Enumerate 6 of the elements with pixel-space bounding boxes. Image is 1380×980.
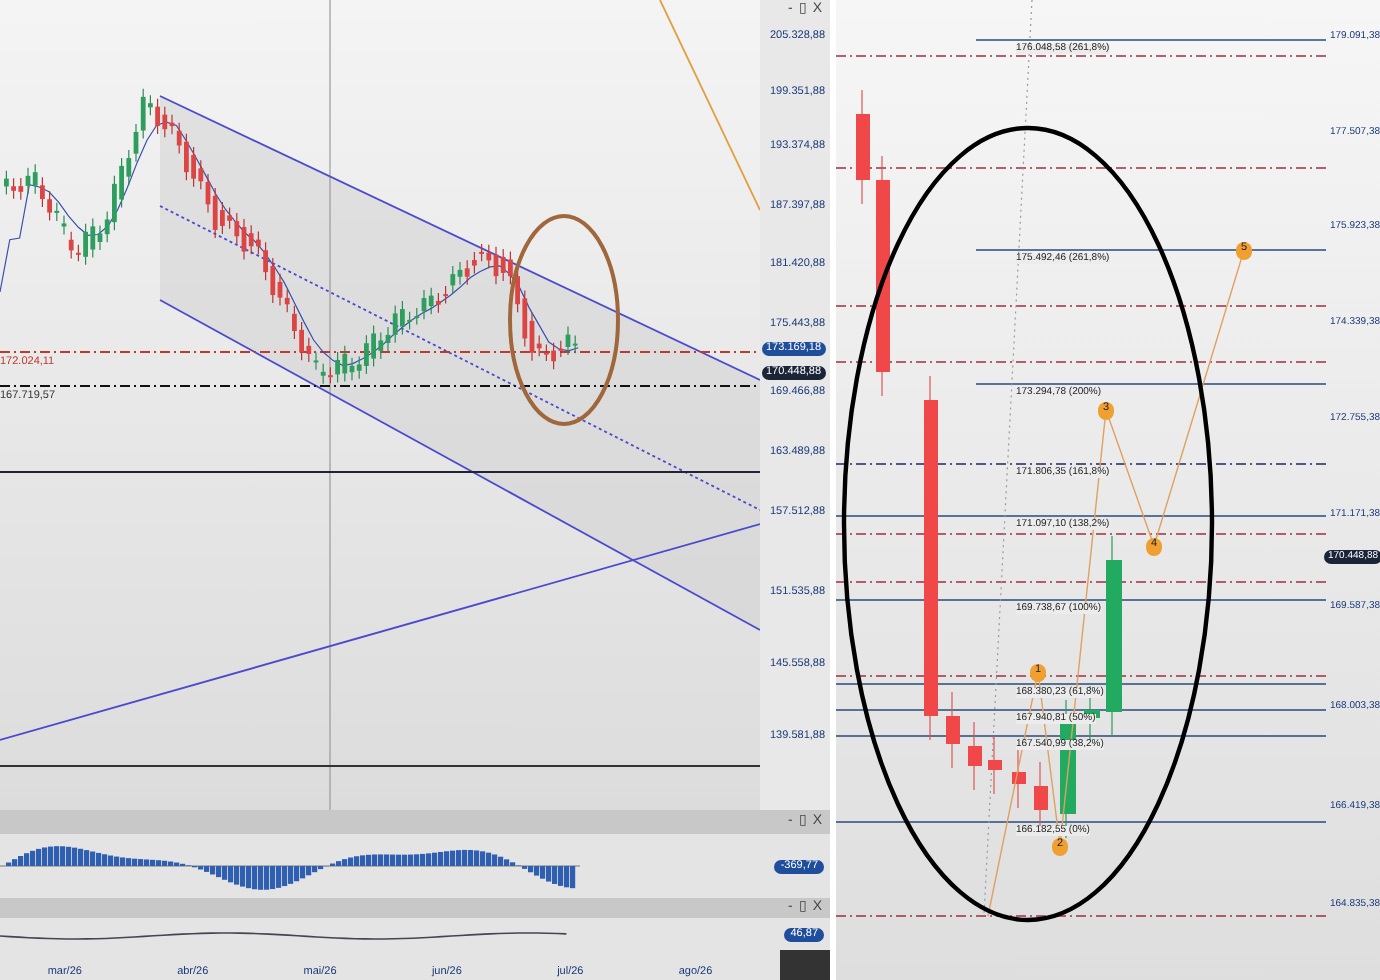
corner-block	[780, 950, 830, 980]
candlestick	[1012, 747, 1026, 809]
candlestick	[968, 721, 982, 791]
candlestick	[946, 691, 960, 769]
candlestick	[856, 89, 870, 205]
candlestick	[988, 735, 1002, 795]
